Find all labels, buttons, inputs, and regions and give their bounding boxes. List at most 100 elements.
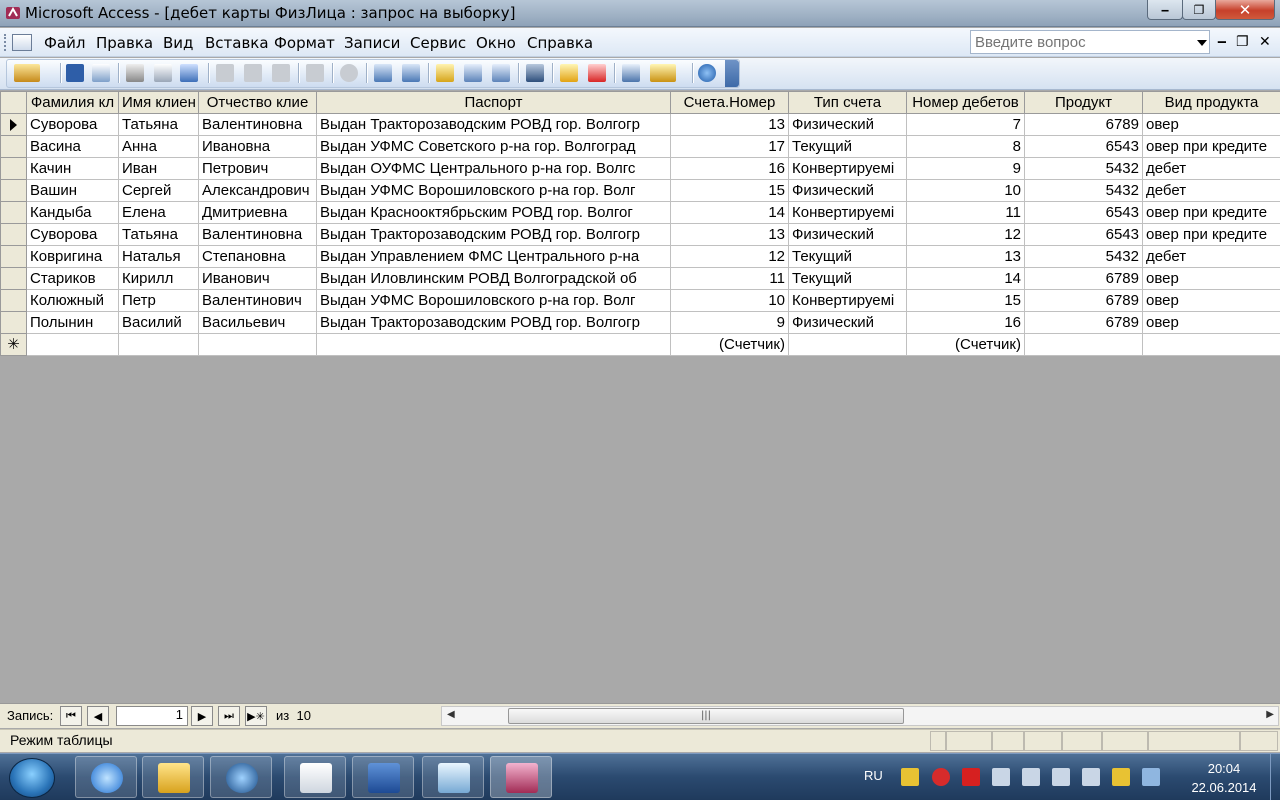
table-cell[interactable]: овер (1142, 289, 1280, 312)
table-cell[interactable]: овер при кредите (1142, 135, 1280, 158)
record-selector[interactable] (0, 113, 27, 136)
table-cell[interactable]: Выдан Управлением ФМС Центрального р-на (316, 245, 671, 268)
table-row[interactable]: Кандыба Елена Дмитриевна Выдан Краснооктябр… (0, 201, 1280, 224)
column-header-product-type[interactable]: Вид продукта (1142, 91, 1280, 114)
table-cell[interactable]: дебет (1142, 245, 1280, 268)
first-record-button[interactable]: ⏮ (60, 706, 82, 726)
column-header-surname[interactable]: Фамилия кл (26, 91, 119, 114)
table-cell[interactable]: Качин (26, 157, 119, 180)
menu-file[interactable]: Файл (44, 34, 85, 52)
apply-filter-icon[interactable] (492, 64, 510, 82)
hyperlink-icon[interactable] (340, 64, 358, 82)
menu-view[interactable]: Вид (163, 34, 193, 52)
table-cell[interactable]: дебет (1142, 179, 1280, 202)
current-record-field[interactable]: 1 (116, 706, 188, 726)
table-cell[interactable]: Валентинович (198, 289, 317, 312)
volume-icon[interactable] (992, 768, 1010, 786)
ask-question-box[interactable] (970, 30, 1210, 54)
new-record-cell[interactable] (788, 333, 907, 356)
column-header-patronymic[interactable]: Отчество клие (198, 91, 317, 114)
clock[interactable]: 20:04 22.06.2014 (1180, 759, 1268, 797)
table-cell[interactable]: овер при кредите (1142, 201, 1280, 224)
taskbar-access[interactable] (490, 756, 552, 798)
find-icon[interactable] (526, 64, 544, 82)
table-cell[interactable]: овер (1142, 311, 1280, 334)
table-cell[interactable]: 10 (906, 179, 1025, 202)
taskbar-notepad[interactable] (422, 756, 484, 798)
database-window-icon[interactable] (622, 64, 640, 82)
new-object-icon[interactable] (650, 64, 676, 82)
delete-record-icon[interactable] (588, 64, 606, 82)
record-selector[interactable] (0, 135, 27, 158)
taskbar-calendar[interactable] (284, 756, 346, 798)
table-cell[interactable]: 12 (906, 223, 1025, 246)
table-cell[interactable]: Физический (788, 179, 907, 202)
column-header-passport[interactable]: Паспорт (316, 91, 671, 114)
minimize-button[interactable]: ‒ (1147, 0, 1183, 20)
table-cell[interactable]: Кирилл (118, 267, 199, 290)
table-cell[interactable]: Иван (118, 157, 199, 180)
design-view-icon[interactable] (14, 64, 40, 82)
previous-record-button[interactable]: ◀ (87, 706, 109, 726)
new-record-cell[interactable] (118, 333, 199, 356)
menu-window[interactable]: Окно (476, 34, 516, 52)
table-cell[interactable]: Текущий (788, 267, 907, 290)
copy-icon[interactable] (244, 64, 262, 82)
sort-ascending-icon[interactable] (374, 64, 392, 82)
print-icon[interactable] (126, 64, 144, 82)
language-indicator[interactable]: RU (864, 768, 883, 783)
table-cell[interactable]: Стариков (26, 267, 119, 290)
table-cell[interactable]: 6789 (1024, 289, 1143, 312)
table-cell[interactable]: 13 (670, 113, 789, 136)
print-preview-icon[interactable] (154, 64, 172, 82)
table-cell[interactable]: Кандыба (26, 201, 119, 224)
table-cell[interactable]: Ковригина (26, 245, 119, 268)
table-row[interactable]: Качин Иван Петрович Выдан ОУФМС Центральног… (0, 157, 1280, 180)
doc-close-button[interactable]: ✕ (1259, 34, 1271, 50)
table-cell[interactable]: Александрович (198, 179, 317, 202)
record-selector[interactable] (0, 157, 27, 180)
table-cell[interactable]: Полынин (26, 311, 119, 334)
table-cell[interactable]: 5432 (1024, 179, 1143, 202)
table-cell[interactable]: 13 (670, 223, 789, 246)
new-record-cell[interactable]: (Счетчик) (670, 333, 789, 356)
new-record-cell[interactable] (26, 333, 119, 356)
table-cell[interactable]: 15 (670, 179, 789, 202)
usb-icon[interactable] (1052, 768, 1070, 786)
menu-tools[interactable]: Сервис (410, 34, 466, 52)
table-cell[interactable]: Физический (788, 113, 907, 136)
new-record-icon[interactable] (560, 64, 578, 82)
table-cell[interactable]: 5432 (1024, 157, 1143, 180)
table-cell[interactable]: Сергей (118, 179, 199, 202)
paste-icon[interactable] (272, 64, 290, 82)
table-cell[interactable]: Суворова (26, 223, 119, 246)
table-cell[interactable]: 12 (670, 245, 789, 268)
table-cell[interactable]: 7 (906, 113, 1025, 136)
column-header-account-number[interactable]: Счета.Номер (670, 91, 789, 114)
table-cell[interactable]: Васильевич (198, 311, 317, 334)
table-row[interactable]: Суворова Татьяна Валентиновна Выдан Трактор… (0, 223, 1280, 246)
record-selector[interactable] (0, 311, 27, 334)
table-cell[interactable]: Степановна (198, 245, 317, 268)
table-cell[interactable]: 13 (906, 245, 1025, 268)
table-cell[interactable]: 11 (906, 201, 1025, 224)
taskbar-media-player[interactable] (210, 756, 272, 798)
table-cell[interactable]: Конвертируемі (788, 289, 907, 312)
table-cell[interactable]: Текущий (788, 135, 907, 158)
record-selector[interactable] (0, 289, 27, 312)
table-cell[interactable]: 6543 (1024, 223, 1143, 246)
scroll-right-icon[interactable]: ▶ (1266, 709, 1274, 720)
doc-restore-button[interactable]: ❐ (1236, 34, 1249, 50)
table-cell[interactable]: 6789 (1024, 113, 1143, 136)
table-cell[interactable]: овер (1142, 113, 1280, 136)
table-cell[interactable]: Татьяна (118, 223, 199, 246)
column-header-account-type[interactable]: Тип счета (788, 91, 907, 114)
new-record-row[interactable]: ✳ (Счетчик) (Счетчик) (0, 333, 1280, 356)
table-cell[interactable]: Валентиновна (198, 113, 317, 136)
table-row[interactable]: Вашин Сергей Александрович Выдан УФМС Ворош… (0, 179, 1280, 202)
table-cell[interactable]: Выдан Тракторозаводским РОВД гор. Волгог… (316, 223, 671, 246)
table-cell[interactable]: 6789 (1024, 267, 1143, 290)
column-header-debit-number[interactable]: Номер дебетов (906, 91, 1025, 114)
table-cell[interactable]: Конвертируемі (788, 201, 907, 224)
table-cell[interactable]: 5432 (1024, 245, 1143, 268)
